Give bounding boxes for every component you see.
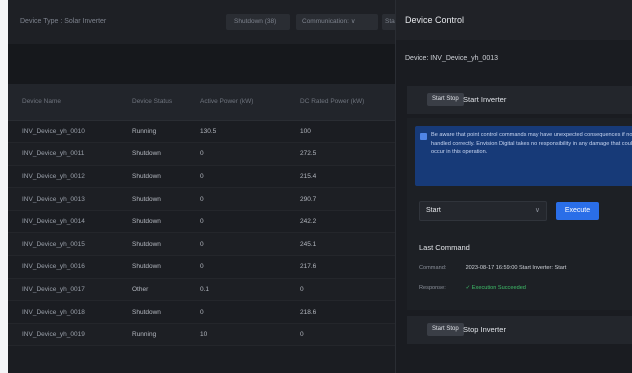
communication-filter[interactable]: Communication: ∨ (296, 14, 378, 30)
cell-status: Shutdown (118, 210, 186, 234)
cell-dc-rated-power: 100 (286, 120, 395, 144)
table-row[interactable]: INV_Device_yh_0016 Shutdown 0 217.6 (8, 255, 395, 279)
cell-dc-rated-power: 215.4 (286, 165, 395, 189)
cell-active-power: 130.5 (186, 120, 286, 144)
column-device-name[interactable]: Device Name (8, 84, 118, 121)
cell-dc-rated-power: 242.2 (286, 210, 395, 234)
cell-device-name: INV_Device_yh_0010 (8, 120, 118, 144)
filter-bar: Device Type : Solar Inverter Shutdown (3… (8, 0, 402, 44)
table-row[interactable]: INV_Device_yh_0017 Other 0.1 0 (8, 278, 395, 302)
cell-dc-rated-power: 272.5 (286, 142, 395, 166)
response-row: Response: ✓ Execution Succeeded (419, 285, 526, 291)
response-key: Response: (419, 285, 446, 291)
start-inverter-section[interactable]: Start Stop Start Inverter (407, 86, 632, 114)
device-control-drawer: Device Control Device: INV_Device_yh_001… (395, 0, 632, 373)
column-dc-rated-power[interactable]: DC Rated Power (kW) (286, 84, 395, 121)
command-key: Command: (419, 265, 447, 271)
device-table: Device Name Device Status Active Power (… (8, 84, 395, 347)
table-row[interactable]: INV_Device_yh_0011 Shutdown 0 272.5 (8, 142, 395, 166)
cell-device-name: INV_Device_yh_0013 (8, 187, 118, 211)
cell-status: Shutdown (118, 232, 186, 257)
start-stop-tag[interactable]: Start Stop (427, 93, 464, 106)
cell-active-power: 0 (186, 210, 286, 234)
cell-status: Shutdown (118, 187, 186, 211)
command-select-value: Start (426, 207, 441, 214)
cell-active-power: 10 (186, 323, 286, 347)
last-command-title: Last Command (419, 243, 470, 252)
table-row[interactable]: INV_Device_yh_0019 Running 10 0 (8, 323, 395, 347)
start-stop-tag[interactable]: Start Stop (427, 323, 464, 336)
cell-active-power: 0 (186, 255, 286, 279)
cell-status: Shutdown (118, 300, 186, 324)
cell-device-name: INV_Device_yh_0015 (8, 232, 118, 257)
toolbar-spacer (8, 44, 395, 84)
device-list-panel: Device Type : Solar Inverter Shutdown (3… (8, 0, 402, 373)
command-select[interactable]: Start ∨ (419, 201, 547, 221)
cell-active-power: 0 (186, 187, 286, 211)
stop-inverter-section[interactable]: Start Stop Stop Inverter (407, 316, 632, 344)
cell-dc-rated-power: 217.6 (286, 255, 395, 279)
cell-active-power: 0 (186, 165, 286, 189)
stop-inverter-label: Stop Inverter (463, 325, 506, 334)
cell-dc-rated-power: 218.6 (286, 300, 395, 324)
execute-button[interactable]: Execute (556, 202, 599, 220)
device-type-filter[interactable]: Device Type : Solar Inverter (14, 13, 214, 31)
start-inverter-label: Start Inverter (463, 95, 507, 104)
cell-status: Running (118, 120, 186, 144)
cell-device-name: INV_Device_yh_0011 (8, 142, 118, 166)
cell-active-power: 0 (186, 232, 286, 257)
cell-status: Shutdown (118, 142, 186, 166)
chevron-down-icon: ∨ (534, 207, 540, 214)
cell-device-name: INV_Device_yh_0017 (8, 278, 118, 302)
cell-device-name: INV_Device_yh_0012 (8, 165, 118, 189)
column-active-power[interactable]: Active Power (kW) (186, 84, 286, 121)
cell-status: Shutdown (118, 165, 186, 189)
table-row[interactable]: INV_Device_yh_0018 Shutdown 0 218.6 (8, 300, 395, 324)
app-window: Device Type : Solar Inverter Shutdown (3… (8, 0, 632, 373)
drawer-device-name: Device: INV_Device_yh_0013 (405, 55, 498, 62)
cell-device-name: INV_Device_yh_0019 (8, 323, 118, 347)
table-row[interactable]: INV_Device_yh_0013 Shutdown 0 290.7 (8, 187, 395, 211)
cell-status: Running (118, 323, 186, 347)
status-filter[interactable]: Shutdown (38) (226, 14, 290, 30)
cell-device-name: INV_Device_yh_0016 (8, 255, 118, 279)
cell-active-power: 0 (186, 300, 286, 324)
table-row[interactable]: INV_Device_yh_0014 Shutdown 0 242.2 (8, 210, 395, 234)
table-row[interactable]: INV_Device_yh_0015 Shutdown 0 245.1 (8, 232, 395, 257)
cell-dc-rated-power: 0 (286, 278, 395, 302)
cell-active-power: 0.1 (186, 278, 286, 302)
cell-status: Shutdown (118, 255, 186, 279)
warning-notice: Be aware that point control commands may… (415, 126, 632, 186)
last-command-row: Command: 2023-08-17 16:59:00 Start Inver… (419, 265, 566, 271)
table-row[interactable]: INV_Device_yh_0012 Shutdown 0 215.4 (8, 165, 395, 189)
command-value: 2023-08-17 16:59:00 Start Inverter: Star… (465, 265, 567, 271)
drawer-title: Device Control (396, 0, 632, 40)
column-device-status[interactable]: Device Status (118, 84, 186, 121)
cell-device-name: INV_Device_yh_0018 (8, 300, 118, 324)
cell-device-name: INV_Device_yh_0014 (8, 210, 118, 234)
cell-status: Other (118, 278, 186, 302)
cell-active-power: 0 (186, 142, 286, 166)
checkbox-icon[interactable] (420, 133, 427, 140)
cell-dc-rated-power: 245.1 (286, 232, 395, 257)
cell-dc-rated-power: 0 (286, 323, 395, 347)
cell-dc-rated-power: 290.7 (286, 187, 395, 211)
response-value: ✓ Execution Succeeded (465, 285, 526, 291)
table-header-row: Device Name Device Status Active Power (… (8, 84, 395, 121)
warning-text: Be aware that point control commands may… (431, 132, 632, 155)
table-row[interactable]: INV_Device_yh_0010 Running 130.5 100 (8, 120, 395, 144)
